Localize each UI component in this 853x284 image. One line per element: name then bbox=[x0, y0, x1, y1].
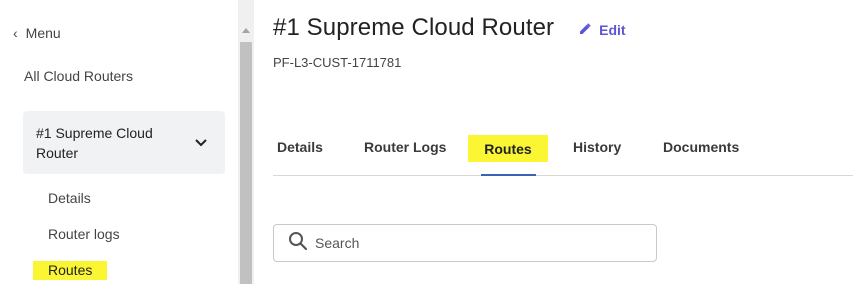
scrollbar-thumb[interactable] bbox=[240, 42, 252, 284]
menu-back-button[interactable]: ‹ Menu bbox=[13, 24, 61, 42]
tab-router-logs[interactable]: Router Logs bbox=[364, 139, 446, 155]
sidebar-item-routes[interactable]: Routes bbox=[33, 261, 108, 280]
scroll-up-arrow-icon[interactable] bbox=[242, 28, 250, 33]
sidebar-item-router-logs[interactable]: Router logs bbox=[48, 226, 120, 242]
sidebar-scrollbar[interactable] bbox=[238, 0, 254, 284]
router-code: PF-L3-CUST-1711781 bbox=[273, 55, 402, 70]
sidebar: ‹ Menu All Cloud Routers #1 Supreme Clou… bbox=[0, 0, 238, 284]
tab-details[interactable]: Details bbox=[277, 139, 323, 155]
tab-bar: Details Router Logs Routes History Docum… bbox=[273, 134, 853, 176]
tab-documents[interactable]: Documents bbox=[663, 139, 739, 155]
router-accordion-name: #1 Supreme Cloud Router bbox=[36, 124, 153, 161]
search-input[interactable] bbox=[315, 235, 645, 251]
page-title: #1 Supreme Cloud Router bbox=[273, 14, 555, 41]
all-cloud-routers-link[interactable]: All Cloud Routers bbox=[24, 68, 133, 84]
search-box[interactable] bbox=[273, 224, 657, 262]
tab-routes[interactable]: Routes bbox=[468, 135, 548, 162]
chevron-left-icon: ‹ bbox=[13, 25, 18, 41]
pencil-icon bbox=[579, 22, 591, 38]
menu-back-label: Menu bbox=[25, 25, 61, 41]
app: ‹ Menu All Cloud Routers #1 Supreme Clou… bbox=[0, 0, 853, 284]
sidebar-item-details[interactable]: Details bbox=[48, 190, 91, 206]
search-icon bbox=[288, 231, 308, 256]
title-row: #1 Supreme Cloud Router Edit bbox=[273, 14, 626, 42]
router-accordion[interactable]: #1 Supreme Cloud Router bbox=[23, 111, 225, 174]
main-content: #1 Supreme Cloud Router Edit PF-L3-CUST-… bbox=[254, 0, 853, 284]
edit-button[interactable]: Edit bbox=[579, 22, 626, 38]
tab-history[interactable]: History bbox=[573, 139, 621, 155]
active-tab-indicator bbox=[481, 174, 536, 176]
edit-label: Edit bbox=[599, 22, 626, 38]
chevron-down-icon[interactable] bbox=[194, 136, 208, 150]
